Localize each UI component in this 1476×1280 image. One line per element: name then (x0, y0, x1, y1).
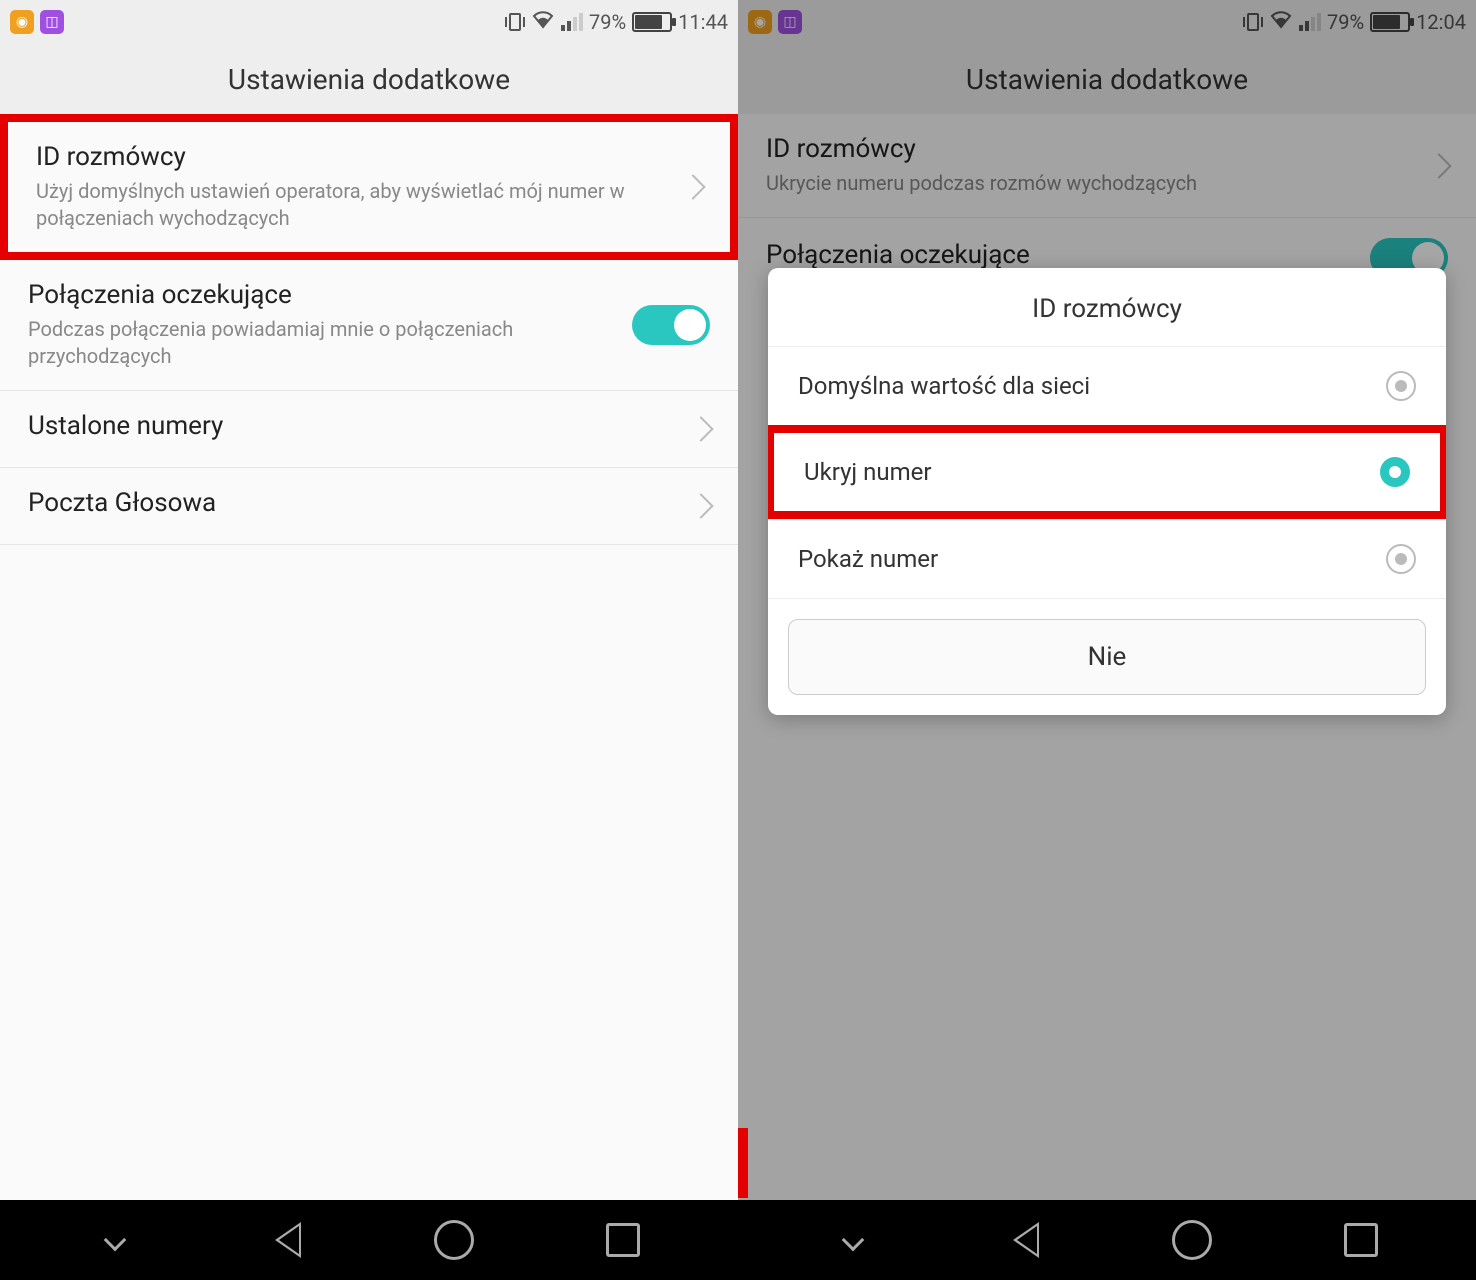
radio-icon (1386, 544, 1416, 574)
status-left: ◉ ◫ (10, 10, 64, 34)
annotation-mark (738, 1128, 748, 1198)
call-waiting-title: Połączenia oczekujące (28, 280, 632, 310)
dialog-option-hide[interactable]: Ukryj numer (768, 425, 1446, 519)
row-caller-id[interactable]: ID rozmówcy Użyj domyślnych ustawień ope… (0, 114, 738, 260)
nav-recent-button[interactable] (600, 1217, 646, 1263)
notif-app-icon-1: ◉ (10, 10, 34, 34)
option-label: Ukryj numer (804, 458, 932, 486)
row-fixed-numbers[interactable]: Ustalone numery (0, 391, 738, 468)
caller-id-title: ID rozmówcy (36, 142, 670, 172)
fixed-numbers-title: Ustalone numery (28, 411, 678, 441)
phone-right: ◉ ◫ 79% 12:04 Ustawienia dodatkowe ID ro… (738, 0, 1476, 1280)
call-waiting-toggle[interactable] (632, 305, 710, 345)
nav-recent-button[interactable] (1338, 1217, 1384, 1263)
wifi-icon (531, 9, 555, 35)
content: ID rozmówcy Użyj domyślnych ustawień ope… (0, 114, 738, 1200)
phone-left: ◉ ◫ 79% 11:44 Ustawienia dodatkowe ID ro… (0, 0, 738, 1280)
battery-icon (632, 12, 672, 32)
dialog-footer: Nie (768, 598, 1446, 715)
dialog-option-show[interactable]: Pokaż numer (768, 519, 1446, 598)
nav-back-button[interactable] (261, 1217, 307, 1263)
chevron-right-icon (680, 174, 705, 199)
voicemail-title: Poczta Głosowa (28, 488, 678, 518)
dialog-cancel-button[interactable]: Nie (788, 619, 1426, 695)
nav-home-button[interactable] (1169, 1217, 1215, 1263)
nav-home-button[interactable] (431, 1217, 477, 1263)
nav-expand-icon[interactable] (830, 1217, 876, 1263)
page-title: Ustawienia dodatkowe (0, 44, 738, 114)
chevron-right-icon (688, 493, 713, 518)
vibrate-icon (505, 13, 525, 31)
option-label: Domyślna wartość dla sieci (798, 372, 1090, 400)
clock: 11:44 (678, 10, 728, 34)
battery-pct: 79% (589, 10, 626, 34)
row-voicemail[interactable]: Poczta Głosowa (0, 468, 738, 545)
row-call-waiting[interactable]: Połączenia oczekujące Podczas połączenia… (0, 260, 738, 391)
option-label: Pokaż numer (798, 545, 938, 573)
dialog-option-default[interactable]: Domyślna wartość dla sieci (768, 346, 1446, 425)
nav-bar (0, 1200, 738, 1280)
nav-bar (738, 1200, 1476, 1280)
nav-back-button[interactable] (999, 1217, 1045, 1263)
radio-icon (1386, 371, 1416, 401)
status-right: 79% 11:44 (505, 9, 728, 35)
caller-id-dialog: ID rozmówcy Domyślna wartość dla sieci U… (768, 268, 1446, 715)
call-waiting-sub: Podczas połączenia powiadamiaj mnie o po… (28, 316, 632, 370)
dialog-title: ID rozmówcy (768, 268, 1446, 346)
signal-icon (561, 13, 583, 31)
radio-selected-icon (1380, 457, 1410, 487)
status-bar: ◉ ◫ 79% 11:44 (0, 0, 738, 44)
caller-id-sub: Użyj domyślnych ustawień operatora, aby … (36, 178, 670, 232)
notif-app-icon-2: ◫ (40, 10, 64, 34)
chevron-right-icon (688, 416, 713, 441)
nav-expand-icon[interactable] (92, 1217, 138, 1263)
